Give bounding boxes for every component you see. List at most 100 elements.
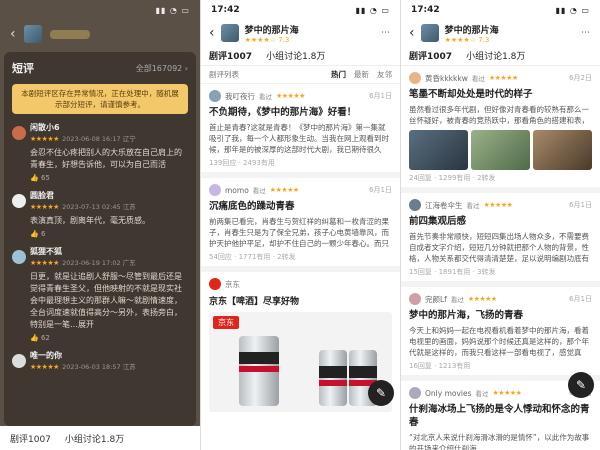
- show-thumbnail[interactable]: [220, 24, 239, 42]
- like-count: 6: [40, 230, 46, 238]
- post-username[interactable]: Only movies: [425, 389, 472, 398]
- post-title[interactable]: 笔墨不断却处处是时代的样子: [409, 88, 592, 101]
- post-stats: 16回复 · 1213有用: [409, 362, 471, 370]
- post-stars: ★★★★★: [492, 389, 522, 397]
- post-title[interactable]: 前四集观后感: [409, 215, 592, 228]
- status-bar: 17:42 ▮▮ ◔ ▭: [201, 0, 400, 20]
- section-title: 短评: [12, 62, 34, 75]
- tab-group-discussion[interactable]: 小组讨论1.8万: [65, 432, 124, 445]
- watch-tag: 看过: [259, 93, 272, 101]
- back-arrow-icon[interactable]: ‹: [209, 25, 215, 41]
- post-username[interactable]: 我叮夜行: [225, 91, 255, 102]
- review-post[interactable]: 我叮夜行 看过 ★★★★★ 6月1日 不负期待，《梦中的那片海》好看！ 首止是青…: [201, 84, 400, 178]
- avatar[interactable]: [209, 90, 221, 102]
- post-image[interactable]: [533, 130, 592, 170]
- ad-badge: 京东: [213, 316, 239, 329]
- post-excerpt: 今天上和妈妈一起在电视看机看着梦中的那片海，看着电视里的画面，妈妈说那个时候还真…: [409, 326, 589, 357]
- review-item: 狐狸不狐 ★★★★★ 2023-06-19 17:02 广东 日更，就是让追剧人…: [12, 246, 188, 342]
- review-text: 会忍不住心疼把别人的大乐放在自己肩上的青春生，好想告诉他，可以为自己而活: [30, 148, 182, 169]
- review-username[interactable]: 圆脸君: [30, 190, 136, 201]
- status-icons: ▮▮ ◔ ▭: [155, 5, 190, 15]
- watch-tag: 看过: [252, 187, 266, 195]
- post-title[interactable]: 不负期待，《梦中的那片海》好看！: [209, 106, 392, 119]
- show-title[interactable]: 梦中的那片海: [445, 23, 499, 36]
- post-stars: ★★★★★: [269, 186, 299, 194]
- review-meta: 2023-07-13 02:45 江苏: [62, 203, 136, 211]
- post-excerpt: 首止是青春?这就是青春！《梦中的那片海》第一集就吸引了我，每一个人都形象生动。当…: [209, 123, 389, 154]
- back-arrow-icon[interactable]: ‹: [409, 25, 415, 41]
- sort-hot[interactable]: 热门: [331, 69, 346, 80]
- avatar[interactable]: [12, 250, 26, 264]
- content-tabs: 剧评1007 小组讨论1.8万: [401, 46, 600, 66]
- more-options-icon[interactable]: ⋯: [381, 28, 392, 38]
- like-button[interactable]: 👍 65: [30, 174, 188, 182]
- tab-reviews[interactable]: 剧评1007: [10, 432, 51, 445]
- review-meta: 2023-06-08 16:17 辽宁: [62, 135, 136, 143]
- show-header: ‹ 梦中的那片海 ★★★★☆ 7.3 ⋯: [401, 20, 600, 46]
- review-meta: 2023-06-03 18:57 江苏: [62, 363, 136, 371]
- tab-group-discussion[interactable]: 小组讨论1.8万: [266, 49, 325, 62]
- review-stars: ★★★★★: [30, 135, 59, 143]
- avatar[interactable]: [12, 194, 26, 208]
- review-post[interactable]: 江海卷伞生 看过 ★★★★★ 6月1日 前四集观后感 首先节奏非常顺快，短短四集…: [401, 193, 600, 287]
- post-username[interactable]: 完颜Lf: [425, 294, 447, 305]
- edit-pen-icon[interactable]: ✎: [568, 372, 594, 398]
- ad-title[interactable]: 京东【啤酒】尽享好物: [209, 294, 392, 307]
- sort-friends[interactable]: 友邻: [377, 69, 392, 80]
- avatar[interactable]: [409, 199, 421, 211]
- post-stars: ★★★★★: [467, 295, 497, 303]
- post-stats: 15回复 · 1891有用 · 3转发: [409, 268, 496, 276]
- review-stars: ★★★★★: [30, 363, 59, 371]
- thumb-up-icon: 👍: [30, 174, 39, 182]
- show-title[interactable]: 梦中的那片海: [245, 23, 299, 36]
- edit-pen-icon[interactable]: ✎: [368, 380, 394, 406]
- post-title[interactable]: 什刹海冰场上飞扬的是令人悸动和怀念的青春: [409, 403, 592, 429]
- post-image[interactable]: [409, 130, 468, 170]
- tab-reviews[interactable]: 剧评1007: [409, 49, 452, 62]
- post-username[interactable]: 江海卷伞生: [425, 200, 463, 211]
- tab-reviews[interactable]: 剧评1007: [209, 49, 252, 62]
- thumb-up-icon: 👍: [30, 230, 39, 238]
- like-button[interactable]: 👍 6: [30, 230, 188, 238]
- post-username[interactable]: 黄昏kkkkkw: [425, 73, 468, 84]
- post-excerpt: 虽然看过很多年代剧，但好像对青春看的较熟有那么一丝怀疑好，被青春的竞热跃中，那看…: [409, 105, 589, 125]
- post-stats: 139回应 · 2493有用: [209, 159, 275, 167]
- review-post[interactable]: momo 看过 ★★★★★ 6月1日 沉痛底色的躁动青春 前两集已看完，肖春生与…: [201, 178, 400, 272]
- tab-group-discussion[interactable]: 小组讨论1.8万: [466, 49, 525, 62]
- short-review-card: 短评 全部167092 › 本剧短评区存在异常情况，正在处理中，随机展示部分短评…: [4, 52, 196, 426]
- review-post[interactable]: 黄昏kkkkkw 看过 ★★★★★ 6月2日 笔墨不断却处处是时代的样子 虽然看…: [401, 66, 600, 193]
- review-list-panel-scrolled: 17:42 ▮▮ ◔ ▭ ‹ 梦中的那片海 ★★★★☆ 7.3 ⋯ 剧评1007…: [400, 0, 600, 450]
- avatar[interactable]: [409, 293, 421, 305]
- review-post[interactable]: 完颜Lf 看过 ★★★★★ 6月1日 梦中的那片海，飞扬的青春 今天上和妈妈一起…: [401, 287, 600, 381]
- post-date: 6月1日: [369, 92, 392, 100]
- post-stars: ★★★★★: [488, 74, 518, 82]
- sort-latest[interactable]: 最新: [354, 69, 369, 80]
- more-options-icon[interactable]: ⋯: [581, 28, 592, 38]
- review-username[interactable]: 唯一的你: [30, 350, 136, 361]
- show-thumbnail[interactable]: [420, 24, 439, 42]
- back-arrow-icon[interactable]: ‹: [10, 26, 16, 42]
- review-username[interactable]: 闲散小6: [30, 122, 136, 133]
- sort-bar: 剧评列表 热门 最新 友邻: [201, 66, 400, 84]
- ad-image[interactable]: 京东: [209, 312, 392, 412]
- review-username[interactable]: 狐狸不狐: [30, 246, 136, 257]
- avatar[interactable]: [12, 354, 26, 368]
- review-item: 圆脸君 ★★★★★ 2023-07-13 02:45 江苏 表演真顶，剧离年代，…: [12, 190, 188, 238]
- avatar[interactable]: [409, 387, 421, 399]
- post-title[interactable]: 梦中的那片海，飞扬的青春: [409, 309, 592, 322]
- post-image[interactable]: [471, 130, 530, 170]
- status-time: 17:42: [411, 5, 440, 15]
- avatar[interactable]: [409, 72, 421, 84]
- status-bar: 17:42 ▮▮ ◔ ▭: [401, 0, 600, 20]
- beer-can-image: [319, 350, 347, 406]
- review-list-panel: 17:42 ▮▮ ◔ ▭ ‹ 梦中的那片海 ★★★★☆ 7.3 ⋯ 剧评1007…: [200, 0, 400, 450]
- post-title[interactable]: 沉痛底色的躁动青春: [209, 200, 392, 213]
- all-reviews-link[interactable]: 全部167092 ›: [136, 63, 188, 74]
- top-bar: ‹: [0, 20, 200, 48]
- show-rating: ★★★★☆ 7.3: [244, 35, 290, 44]
- avatar[interactable]: [209, 184, 221, 196]
- like-button[interactable]: 👍 62: [30, 334, 188, 342]
- post-username[interactable]: momo: [225, 186, 249, 195]
- avatar[interactable]: [12, 126, 26, 140]
- review-stars: ★★★★★: [30, 203, 59, 211]
